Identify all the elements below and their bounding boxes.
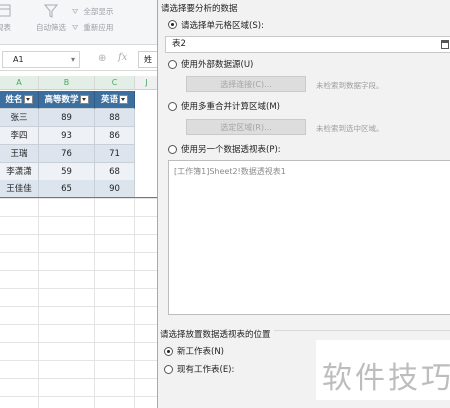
header-name-label: 姓名 (5, 95, 23, 105)
table-row: 李潇潇 59 68 (0, 163, 158, 181)
table-cell[interactable]: 71 (95, 145, 135, 163)
range-picker-icon[interactable] (441, 40, 449, 49)
chevron-down-icon[interactable]: ▾ (71, 52, 75, 67)
table-cell[interactable]: 90 (95, 180, 135, 198)
formula-input[interactable]: 姓 (138, 51, 158, 68)
radio-multi-consolidation[interactable] (168, 102, 177, 111)
table-cell[interactable]: 93 (39, 127, 95, 145)
no-field-hint: 未检索到数据字段。 (316, 81, 384, 90)
fx-icon[interactable]: fx (118, 52, 127, 63)
column-header-j[interactable]: J (135, 76, 158, 89)
table-cell[interactable]: 王佳佳 (0, 180, 39, 198)
table-cell[interactable]: 89 (39, 109, 95, 127)
formula-bar: A1 ▾ ⊕ fx 姓 (0, 48, 158, 71)
table-cell[interactable]: 86 (95, 127, 135, 145)
reapply-icon: ⛛ (72, 23, 79, 32)
table-cell[interactable]: 张三 (0, 109, 39, 127)
zoom-icon[interactable]: ⊕ (98, 53, 106, 64)
name-box-value: A1 (13, 55, 24, 64)
header-cell-math[interactable]: 高等数学 (39, 91, 95, 109)
ribbon-toolbar: 视表 自动筛选 ⛛ 全部显示 ⛛ 重新应用 (0, 0, 158, 45)
watermark-text: 软件技巧 (322, 361, 450, 396)
empty-grid-columns (0, 198, 158, 408)
show-all-label: 全部显示 (83, 7, 114, 16)
reapply-button[interactable]: ⛛ 重新应用 (72, 22, 142, 36)
auto-filter-label: 自动筛选 (36, 23, 66, 32)
table-cell[interactable]: 李潇潇 (0, 163, 39, 181)
show-all-icon: ⛛ (72, 7, 79, 16)
pivot-table-list[interactable]: [工作簿1]Sheet2!数据透视表1 (168, 160, 450, 315)
column-headers: A B C J (0, 76, 158, 90)
filter-dropdown-icon[interactable] (79, 95, 89, 104)
table-cell[interactable]: 李四 (0, 127, 39, 145)
table-row: 张三 89 88 (0, 109, 158, 127)
list-item[interactable]: [工作簿1]Sheet2!数据透视表1 (174, 166, 286, 177)
section-title-data: 请选择要分析的数据 (161, 4, 238, 14)
filter-dropdown-icon[interactable] (119, 95, 128, 104)
radio-another-pivot-label: 使用另一个数据透视表(P): (181, 145, 281, 155)
header-math-label: 高等数学 (44, 95, 79, 105)
name-box[interactable]: A1 ▾ (2, 51, 80, 68)
table-row: 李四 93 86 (0, 127, 158, 145)
show-all-button[interactable]: ⛛ 全部显示 (72, 6, 142, 20)
header-cell-english[interactable]: 英语 (95, 91, 135, 109)
create-pivot-table-dialog: 请选择要分析的数据 请选择单元格区域(S): 表2 使用外部数据源(U) 选择连… (157, 0, 450, 408)
range-input[interactable]: 表2 (165, 36, 450, 53)
pivot-label: 视表 (0, 23, 11, 32)
pivot-icon (0, 4, 11, 17)
select-region-button[interactable]: 选定区域(R)... (186, 119, 306, 135)
radio-another-pivot[interactable] (168, 145, 177, 154)
header-cell-name[interactable]: 姓名 (0, 91, 39, 109)
auto-filter-button[interactable]: 自动筛选 (32, 4, 70, 40)
column-header-a[interactable]: A (0, 76, 39, 89)
table-cell[interactable]: 76 (39, 145, 95, 163)
select-connection-button[interactable]: 选择连接(C)... (186, 76, 306, 92)
header-english-label: 英语 (100, 95, 118, 105)
pivot-table-button[interactable]: 视表 (0, 4, 12, 40)
filter-dropdown-icon[interactable] (23, 95, 33, 104)
table-row: 王瑞 76 71 (0, 145, 158, 163)
filter-icon (43, 4, 59, 18)
radio-existing-sheet-label: 现有工作表(E): (177, 365, 235, 375)
column-header-c[interactable]: C (95, 76, 135, 89)
radio-multi-consolidation-label: 使用多重合并计算区域(M) (181, 102, 280, 112)
no-region-hint: 未检索到选中区域。 (316, 124, 384, 133)
watermark: 软件技巧 (316, 340, 450, 400)
section-title-location: 请选择放置数据透视表的位置 (160, 328, 274, 340)
table-cell[interactable]: 65 (39, 180, 95, 198)
table-cell[interactable]: 88 (95, 109, 135, 127)
spreadsheet-area: 视表 自动筛选 ⛛ 全部显示 ⛛ 重新应用 A1 ▾ ⊕ fx 姓 A B C … (0, 0, 158, 408)
table-cell[interactable]: 68 (95, 163, 135, 181)
radio-external-source-label: 使用外部数据源(U) (181, 60, 254, 70)
radio-select-range[interactable] (168, 20, 177, 29)
radio-new-sheet-label: 新工作表(N) (177, 347, 224, 357)
radio-new-sheet[interactable] (164, 347, 173, 356)
range-input-value: 表2 (172, 39, 186, 49)
table-row: 王佳佳 65 90 (0, 180, 158, 198)
reapply-label: 重新应用 (83, 23, 114, 32)
table-cell[interactable]: 59 (39, 163, 95, 181)
table-cell[interactable]: 王瑞 (0, 145, 39, 163)
table-header-row: 姓名 高等数学 英语 (0, 91, 158, 109)
radio-select-range-label: 请选择单元格区域(S): (181, 21, 264, 31)
radio-existing-sheet[interactable] (164, 365, 173, 374)
column-header-b[interactable]: B (39, 76, 95, 89)
radio-external-source[interactable] (168, 60, 177, 69)
